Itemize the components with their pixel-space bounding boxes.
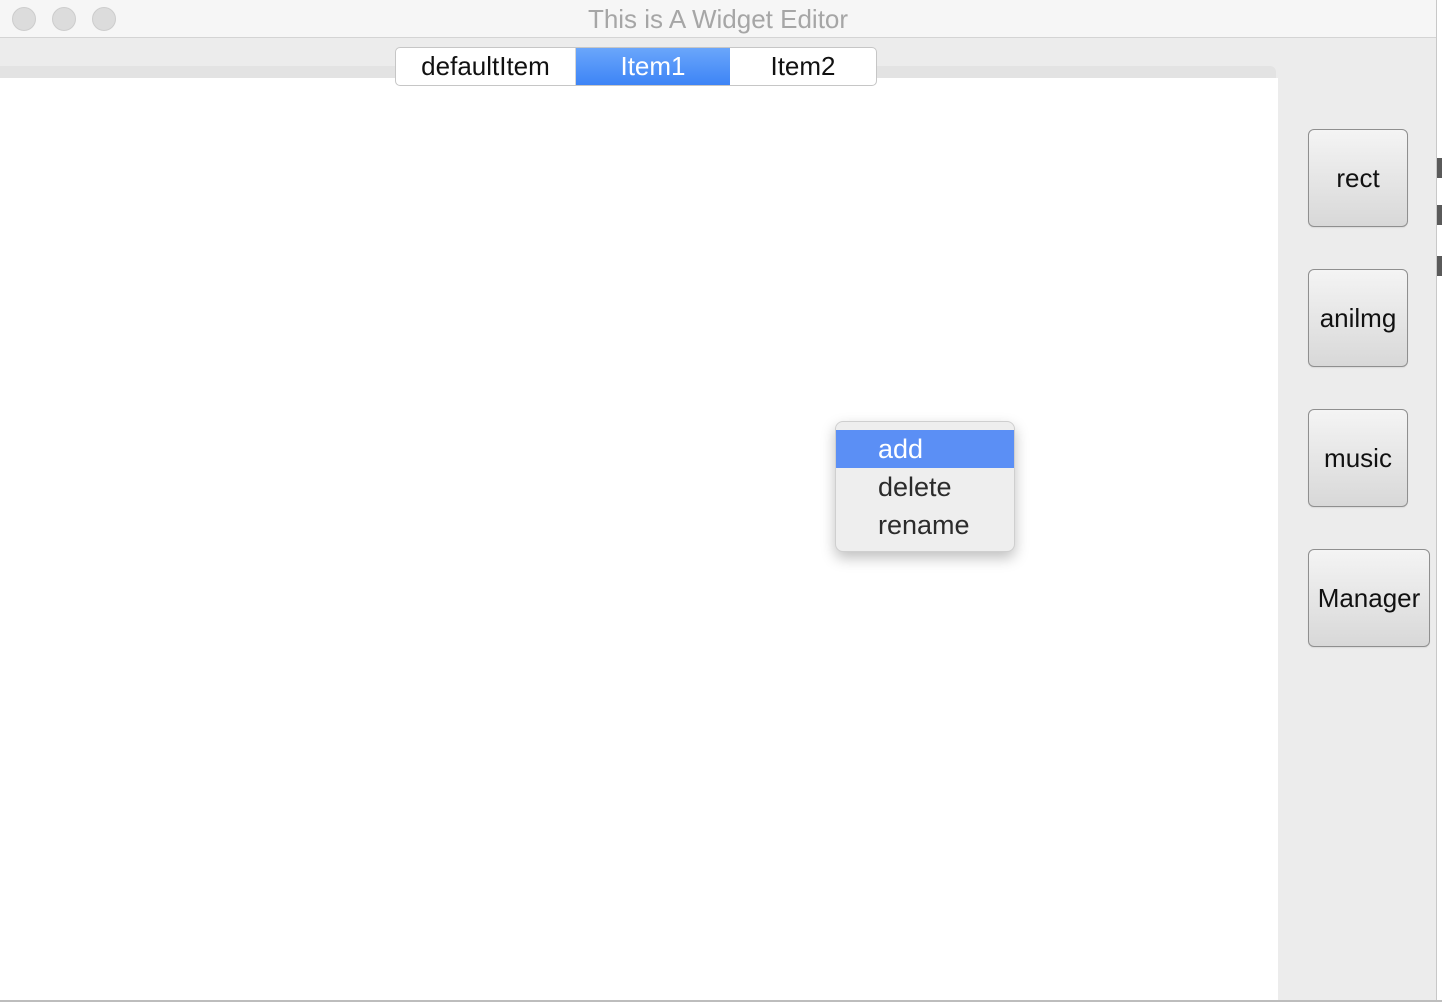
background-fragment [1437, 256, 1442, 276]
window-title: This is A Widget Editor [587, 4, 849, 34]
menu-item-rename[interactable]: rename [836, 506, 1014, 544]
tab-bar: defaultItem Item1 Item2 [395, 47, 877, 86]
background-fragment [1437, 158, 1442, 178]
menu-item-delete[interactable]: delete [836, 468, 1014, 506]
rect-button[interactable]: rect [1308, 129, 1408, 227]
menu-item-add[interactable]: add [836, 430, 1014, 468]
tab-defaultitem[interactable]: defaultItem [396, 48, 576, 85]
editor-window: This is A Widget Editor defaultItem Item… [0, 0, 1436, 1000]
background-window-edge [1436, 0, 1442, 1002]
music-button[interactable]: music [1308, 409, 1408, 507]
tab-item1[interactable]: Item1 [576, 48, 730, 85]
context-menu: add delete rename [835, 421, 1015, 552]
manager-button[interactable]: Manager [1308, 549, 1430, 647]
tab-item2[interactable]: Item2 [730, 48, 876, 85]
anilmg-button[interactable]: anilmg [1308, 269, 1408, 367]
background-fragment [1437, 205, 1442, 225]
editor-canvas[interactable] [0, 78, 1278, 1000]
title-bar[interactable]: This is A Widget Editor [0, 0, 1436, 38]
